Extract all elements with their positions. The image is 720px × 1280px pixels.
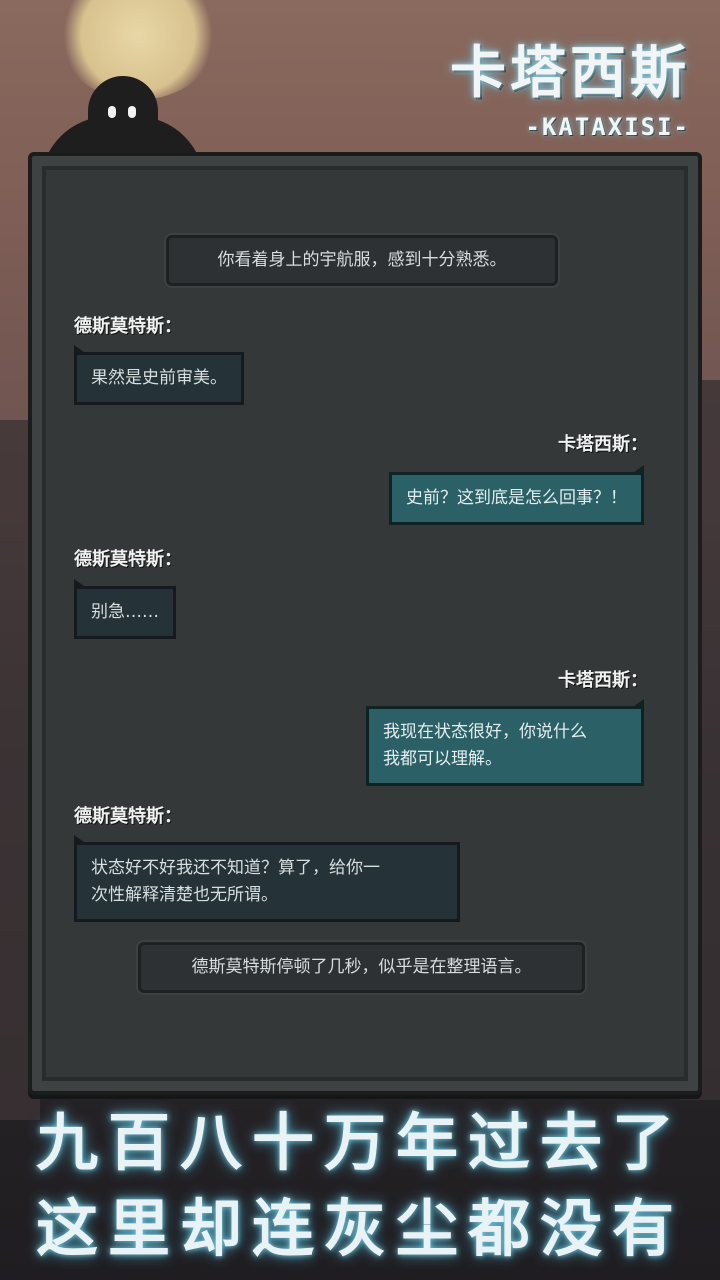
message-text: 史前？这到底是怎么回事？！: [406, 488, 627, 508]
narration-text: 德斯莫特斯停顿了几秒，似乎是在整理语言。: [191, 957, 532, 977]
narration-box: 德斯莫特斯停顿了几秒，似乎是在整理语言。: [138, 942, 585, 993]
message-text-line: 次性解释清楚也无所谓。: [91, 885, 278, 905]
message-bubble-left[interactable]: 果然是史前审美。: [74, 345, 244, 405]
speaker-label: 卡塔西斯：: [558, 434, 648, 455]
speaker-label: 德斯莫特斯：: [74, 316, 182, 337]
message-text-line: 我现在状态很好，你说什么: [383, 722, 587, 742]
narration-box: 你看着身上的宇航服，感到十分熟悉。: [166, 235, 558, 286]
message-text-line: 状态好不好我还不知道？算了，给你一: [91, 858, 380, 878]
title-main: 卡塔西斯: [450, 41, 690, 106]
message-bubble-left[interactable]: 别急……: [74, 579, 176, 639]
message-bubble-right[interactable]: 我现在状态很好，你说什么 我都可以理解。: [366, 699, 644, 786]
speaker-label: 德斯莫特斯：: [74, 549, 182, 570]
game-title: 卡塔西斯 -KATAXISI-: [450, 28, 690, 141]
speaker-label: 卡塔西斯：: [558, 670, 648, 691]
message-bubble-right[interactable]: 史前？这到底是怎么回事？！: [389, 465, 644, 525]
message-text: 别急……: [91, 602, 159, 622]
message-text: 果然是史前审美。: [91, 368, 227, 388]
slogan-line-2: 这里却连灰尘都没有: [35, 1192, 684, 1265]
speaker-label: 德斯莫特斯：: [74, 806, 182, 827]
narration-text: 你看着身上的宇航服，感到十分熟悉。: [217, 250, 507, 270]
slogan-line-1: 九百八十万年过去了: [35, 1106, 684, 1179]
title-sub: -KATAXISI-: [525, 113, 690, 141]
message-bubble-left[interactable]: 状态好不好我还不知道？算了，给你一 次性解释清楚也无所谓。: [74, 835, 460, 922]
message-text-line: 我都可以理解。: [383, 749, 502, 769]
